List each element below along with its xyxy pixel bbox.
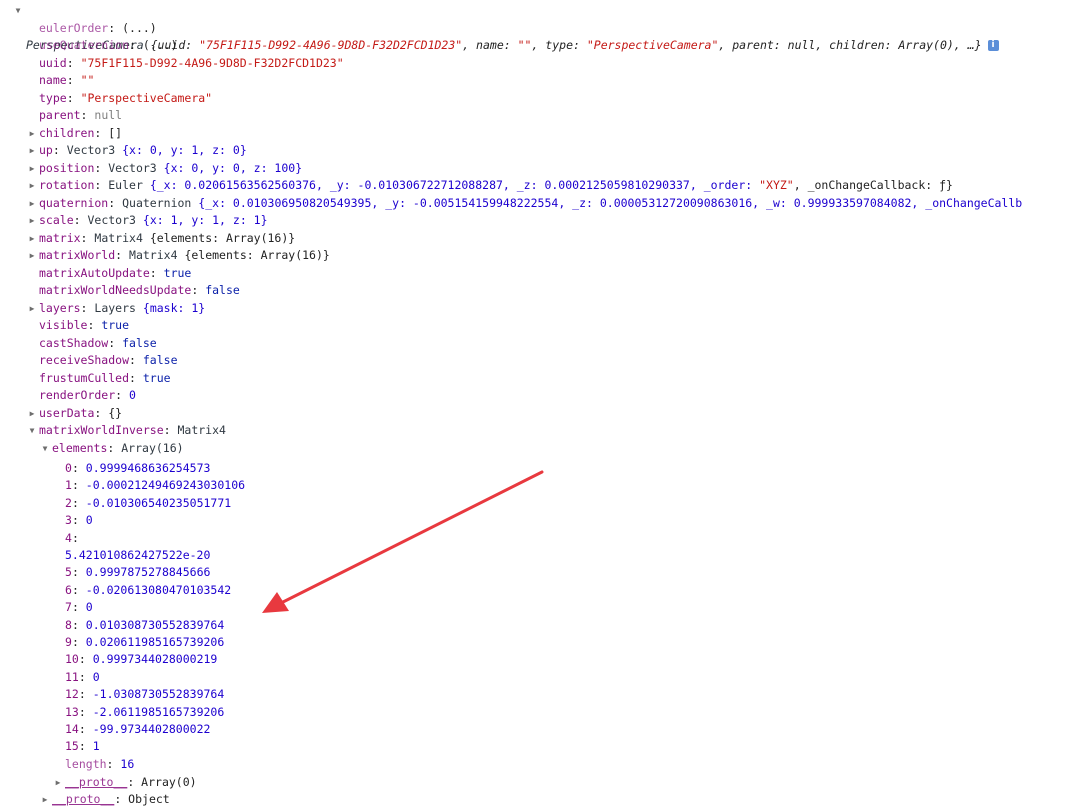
red-arrow-shaft <box>281 470 544 604</box>
red-arrow <box>262 470 544 613</box>
